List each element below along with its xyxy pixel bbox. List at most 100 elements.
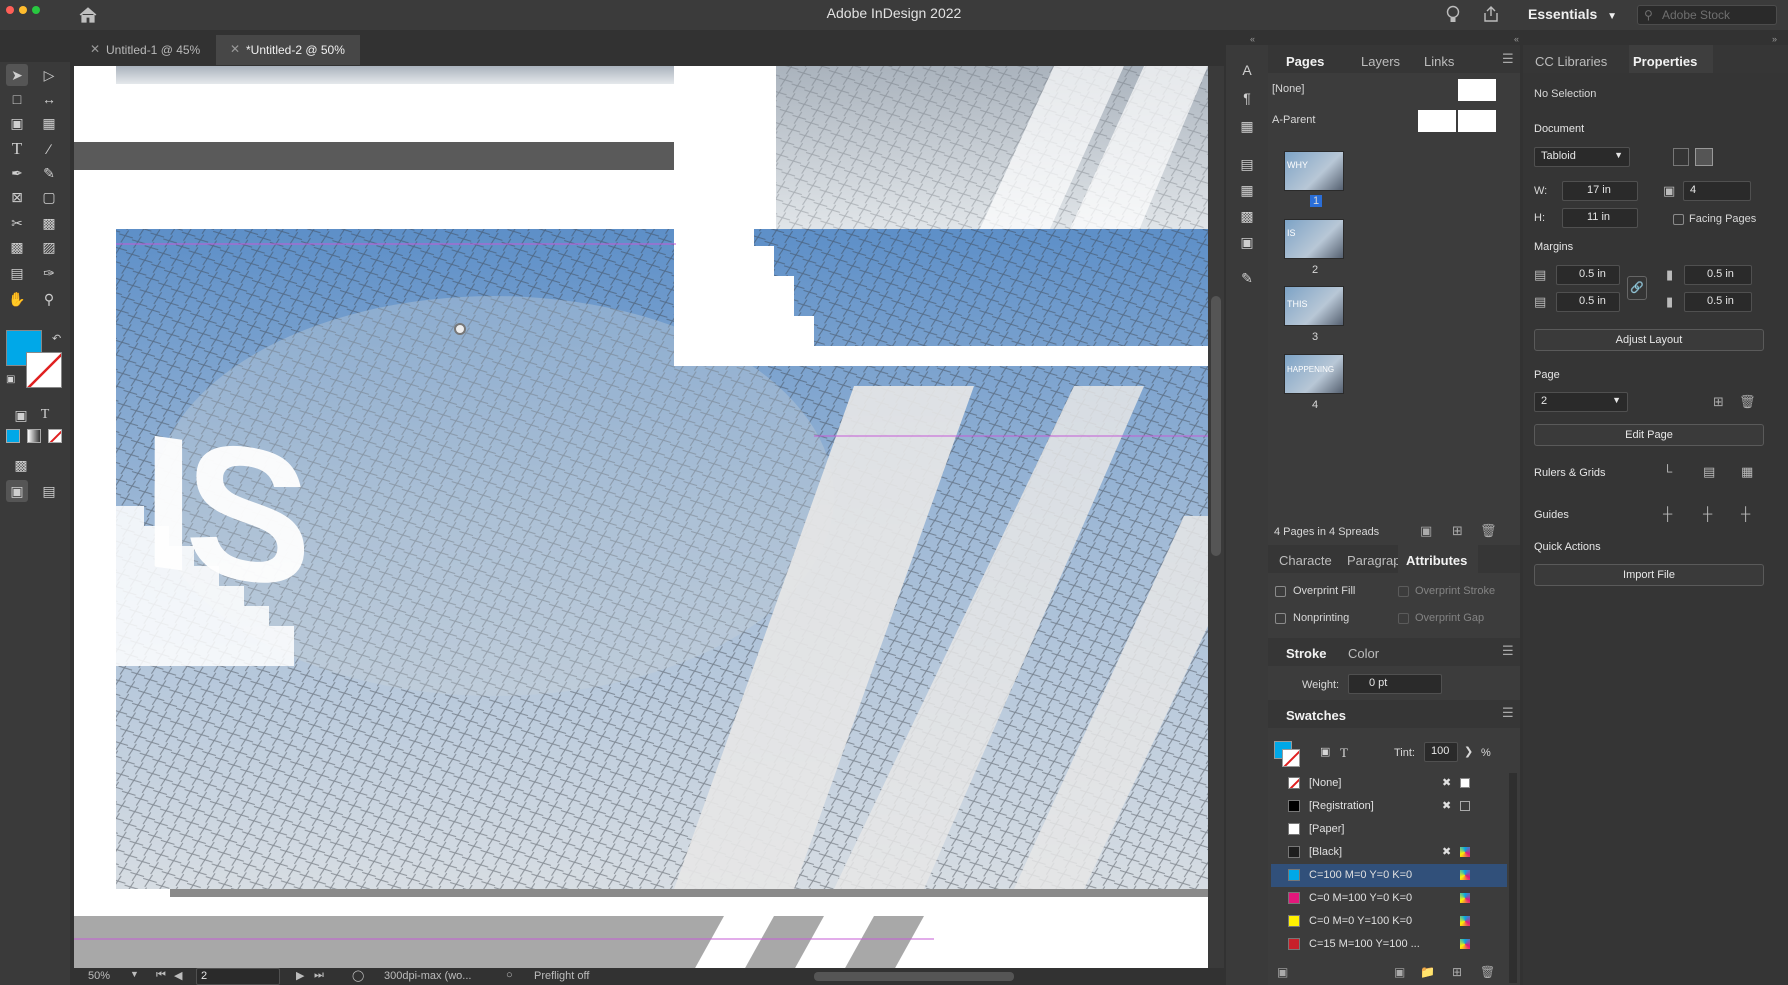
insert-page-icon[interactable]: ⊞ [1713, 394, 1724, 410]
align-icon[interactable]: ▦ [1236, 179, 1258, 201]
rectangle-tool-icon[interactable]: ▢ [38, 186, 60, 208]
tab-links[interactable]: Links [1424, 54, 1454, 69]
overprint-gap-checkbox[interactable] [1398, 613, 1409, 624]
tab-pages[interactable]: Pages [1286, 54, 1324, 69]
vertical-scrollbar[interactable] [1208, 66, 1224, 968]
panel-menu-icon[interactable]: ☰ [1502, 643, 1514, 659]
vertical-scroll-thumb[interactable] [1211, 296, 1221, 556]
pen-tool-icon[interactable]: ✒ [6, 162, 28, 184]
folder-icon[interactable]: 📁 [1420, 965, 1435, 979]
panel-menu-icon[interactable]: ☰ [1502, 51, 1514, 67]
lock-guides-icon[interactable]: ┼ [1703, 506, 1712, 521]
collapse-panels-icon[interactable]: « [1250, 34, 1255, 44]
preflight-profile[interactable]: 300dpi-max (wo... [384, 970, 471, 982]
show-guides-icon[interactable]: ┼ [1663, 506, 1672, 521]
tab-paragraph[interactable]: Paragrap [1347, 553, 1400, 568]
adjust-layout-button[interactable]: Adjust Layout [1534, 329, 1764, 351]
adobe-stock-search[interactable]: ⚲ Adobe Stock [1637, 5, 1777, 25]
swatches-title[interactable]: Swatches [1286, 708, 1346, 723]
landscape-orientation-icon[interactable] [1695, 148, 1713, 166]
tab-cc-libraries[interactable]: CC Libraries [1535, 54, 1607, 69]
a-parent-right-thumbnail[interactable] [1458, 110, 1496, 132]
page-thumbnail-4[interactable]: HAPPENING [1284, 354, 1344, 394]
headline-is-text[interactable]: IS [142, 394, 302, 628]
overprint-stroke-checkbox[interactable] [1398, 586, 1409, 597]
type-tool-icon[interactable]: T [6, 138, 28, 160]
expand-panels-icon[interactable]: » [1772, 34, 1777, 44]
zoom-tool-icon[interactable]: ⚲ [38, 288, 60, 310]
pencil-tool-icon[interactable]: ✎ [38, 162, 60, 184]
document-grid-icon[interactable]: ▦ [1741, 464, 1753, 480]
text-wrap-icon[interactable]: ▤ [1236, 153, 1258, 175]
overprint-fill-checkbox[interactable] [1275, 586, 1286, 597]
workspace-switcher[interactable]: Essentials ▼ [1528, 6, 1617, 22]
tab-properties[interactable]: Properties [1633, 54, 1697, 69]
page-thumbnail-1[interactable]: WHY [1284, 151, 1344, 191]
page-thumbnail-2[interactable]: IS [1284, 219, 1344, 259]
content-placer-icon[interactable]: ▦ [38, 112, 60, 134]
note-tool-icon[interactable]: ▤ [6, 262, 28, 284]
apply-color-icon[interactable] [6, 429, 20, 443]
gap-tool-icon[interactable]: ↔ [38, 88, 60, 110]
formatting-text-icon[interactable]: T [34, 404, 56, 426]
preview-mode-icon[interactable]: ▤ [38, 480, 60, 502]
swatch-stroke-indicator[interactable] [1282, 749, 1300, 767]
line-tool-icon[interactable]: ∕ [38, 138, 60, 160]
free-transform-tool-icon[interactable]: ▩ [38, 212, 60, 234]
facing-pages-checkbox[interactable] [1673, 214, 1684, 225]
horizontal-scroll-thumb[interactable] [814, 972, 1014, 981]
first-page-icon[interactable]: ⏮ [156, 969, 166, 982]
smart-guides-icon[interactable]: ┼ [1741, 506, 1750, 521]
effects-icon[interactable]: ▩ [1236, 205, 1258, 227]
none-parent-thumbnail[interactable] [1458, 79, 1496, 101]
chevron-down-icon[interactable]: ▼ [130, 969, 139, 979]
last-page-icon[interactable]: ⏭ [314, 969, 324, 982]
stroke-weight-field[interactable]: 0 pt [1348, 674, 1442, 694]
chevron-right-icon[interactable]: ❯ [1464, 745, 1473, 758]
tab-character[interactable]: Characte [1279, 553, 1332, 568]
hand-tool-icon[interactable]: ✋ [6, 288, 28, 310]
document-canvas[interactable]: IS [74, 66, 1208, 970]
import-file-button[interactable]: Import File [1534, 564, 1764, 586]
height-field[interactable]: 11 in [1562, 208, 1638, 228]
tab-untitled-1[interactable]: ✕ Untitled-1 @ 45% [76, 35, 206, 65]
rectangle-frame-tool-icon[interactable]: ⊠ [6, 186, 28, 208]
tab-untitled-2[interactable]: ✕ *Untitled-2 @ 50% [216, 35, 360, 65]
paragraph-styles-icon[interactable]: ¶ [1236, 87, 1258, 109]
margin-left-field[interactable]: 0.5 in [1684, 265, 1752, 285]
scissors-tool-icon[interactable]: ✂ [6, 212, 28, 234]
cc-libraries-icon[interactable]: ▦ [1236, 115, 1258, 137]
close-tab-icon[interactable]: ✕ [90, 42, 100, 56]
tab-color[interactable]: Color [1348, 646, 1379, 661]
swatch-list-scrollbar[interactable] [1509, 773, 1517, 983]
portrait-orientation-icon[interactable] [1673, 148, 1689, 166]
close-tab-icon[interactable]: ✕ [230, 42, 240, 56]
new-page-icon[interactable]: ⊞ [1452, 523, 1463, 539]
stroke-color-swatch[interactable] [26, 352, 62, 388]
a-parent-left-thumbnail[interactable] [1418, 110, 1456, 132]
apply-none-icon[interactable] [48, 429, 62, 443]
character-styles-icon[interactable]: A [1236, 59, 1258, 81]
selection-tool-icon[interactable]: ➤ [6, 64, 28, 86]
nonprinting-checkbox[interactable] [1275, 613, 1286, 624]
gradient-swatch-tool-icon[interactable]: ▩ [6, 236, 28, 258]
formatting-text-icon[interactable]: T [1340, 745, 1348, 761]
formatting-container-icon[interactable]: ▣ [10, 404, 32, 426]
gradient-feather-tool-icon[interactable]: ▨ [38, 236, 60, 258]
link-margins-icon[interactable]: 🔗 [1627, 276, 1647, 300]
margin-bottom-field[interactable]: 0.5 in [1556, 292, 1620, 312]
none-parent[interactable]: [None] [1272, 83, 1304, 95]
content-collector-icon[interactable]: ▣ [6, 112, 28, 134]
margin-top-field[interactable]: 0.5 in [1556, 265, 1620, 285]
document-preset-select[interactable]: Tabloid ▼ [1534, 147, 1630, 167]
share-icon[interactable] [1482, 5, 1500, 26]
panel-menu-icon[interactable]: ☰ [1502, 705, 1514, 721]
a-parent[interactable]: A-Parent [1272, 114, 1315, 126]
info-icon[interactable]: ✎ [1236, 267, 1258, 289]
pages-count-field[interactable]: 4 [1683, 181, 1751, 201]
margin-right-field[interactable]: 0.5 in [1684, 292, 1752, 312]
collapse-panels-icon[interactable]: « [1514, 34, 1519, 44]
tab-layers[interactable]: Layers [1361, 54, 1400, 69]
page-tool-icon[interactable]: □ [6, 88, 28, 110]
edit-page-button[interactable]: Edit Page [1534, 424, 1764, 446]
